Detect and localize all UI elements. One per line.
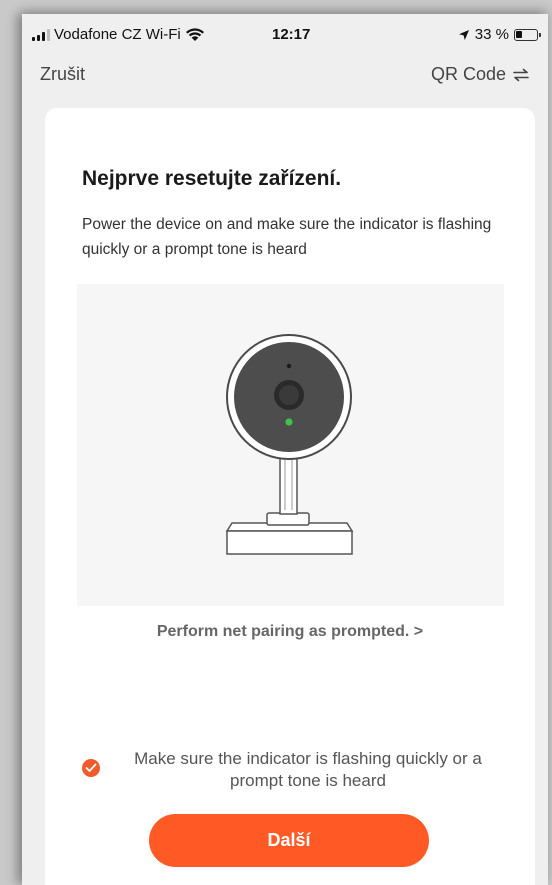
reset-instructions-card: Nejprve resetujte zařízení. Power the de… [45, 108, 535, 885]
qr-code-label: QR Code [430, 64, 506, 84]
battery-icon [514, 28, 541, 41]
location-arrow-icon [458, 29, 469, 40]
nav-bar: Zrušit QR Code [22, 62, 548, 92]
qr-code-button[interactable]: QR Code [431, 64, 530, 85]
phone-screen: Vodafone CZ Wi-Fi 12:17 33 % Zrušit QR C… [22, 14, 548, 885]
next-button[interactable]: Další [149, 814, 429, 867]
page-title: Nejprve resetujte zařízení. [82, 167, 342, 190]
status-bar: Vodafone CZ Wi-Fi 12:17 33 % [22, 14, 548, 52]
confirm-text: Make sure the indicator is flashing quic… [134, 749, 482, 790]
cancel-button[interactable]: Zrušit [40, 64, 85, 85]
device-illustration [77, 284, 504, 606]
status-time: 12:17 [272, 26, 311, 43]
indicator-led-icon [285, 418, 293, 426]
security-camera-icon [225, 334, 354, 555]
net-pairing-link[interactable]: Perform net pairing as prompted. > [45, 623, 535, 641]
instruction-text: Power the device on and make sure the in… [82, 216, 492, 258]
carrier-name: Vodafone CZ Wi-Fi [54, 26, 181, 43]
battery-percent: 33 % [474, 26, 509, 43]
status-right: 33 % [458, 26, 541, 43]
confirm-checkbox[interactable] [82, 759, 100, 777]
checkmark-icon [85, 763, 97, 772]
swap-arrows-icon [513, 68, 529, 81]
signal-icon [32, 28, 50, 41]
wifi-icon [185, 28, 204, 41]
status-left: Vodafone CZ Wi-Fi [32, 26, 205, 43]
